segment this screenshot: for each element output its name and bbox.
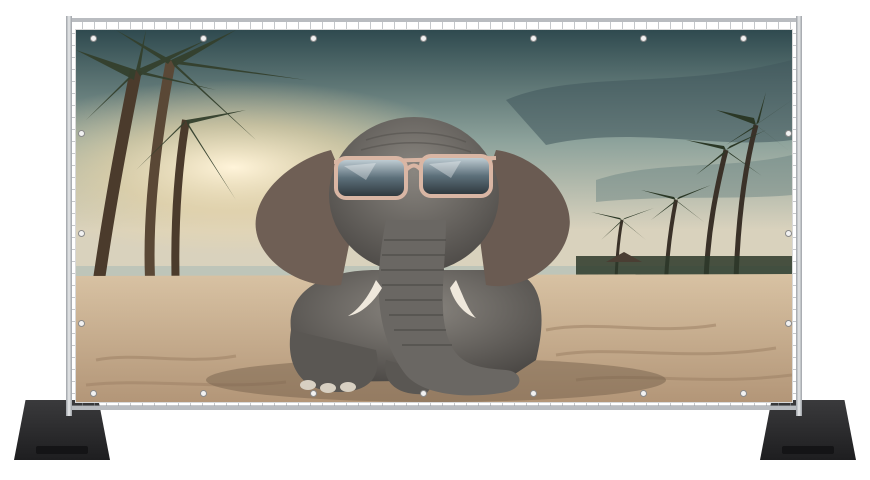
fence-banner-scene	[0, 0, 870, 480]
right-fence-post	[796, 16, 802, 416]
fence-frame	[66, 18, 802, 410]
left-fence-post	[66, 16, 72, 416]
